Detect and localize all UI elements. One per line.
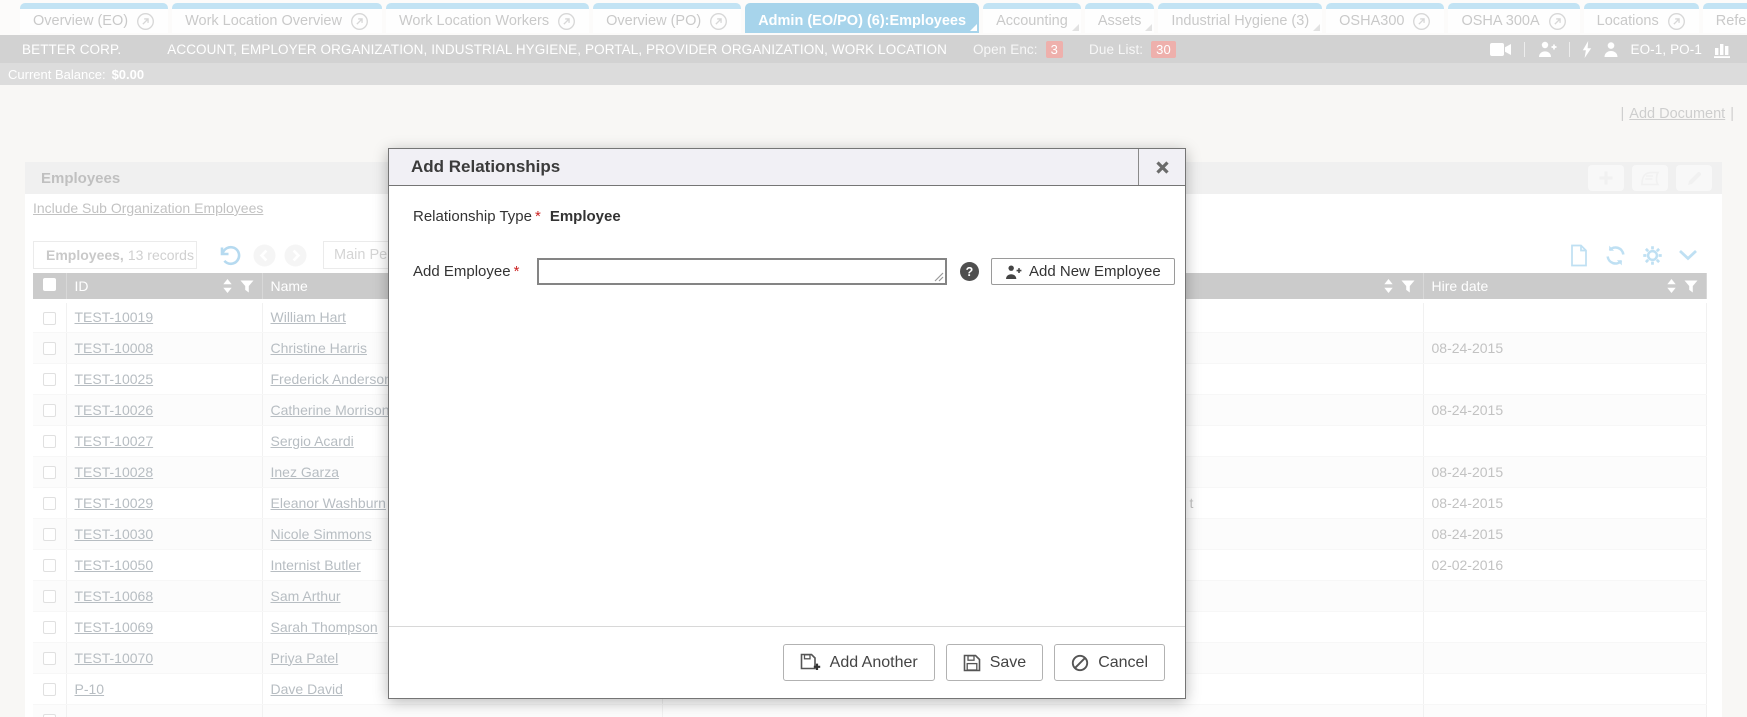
- add-employee-input[interactable]: [537, 258, 947, 285]
- save-floppy-icon: [963, 654, 981, 672]
- cancel-label: Cancel: [1098, 654, 1148, 672]
- modal-header: Add Relationships: [389, 149, 1185, 186]
- add-relationships-modal: Add Relationships Relationship Type* Emp…: [388, 148, 1186, 699]
- required-marker: *: [535, 208, 541, 225]
- question-help-icon[interactable]: ?: [960, 262, 979, 281]
- add-another-button[interactable]: Add Another: [783, 644, 935, 681]
- add-new-employee-label: Add New Employee: [1029, 263, 1161, 280]
- add-employee-label: Add Employee*: [413, 263, 537, 280]
- add-another-label: Add Another: [830, 654, 918, 672]
- cancel-button[interactable]: Cancel: [1054, 644, 1165, 681]
- modal-title: Add Relationships: [389, 149, 1138, 185]
- save-floppy-plus-icon: [800, 653, 821, 672]
- relationship-type-label: Relationship Type*: [413, 208, 541, 225]
- close-button[interactable]: [1138, 149, 1185, 185]
- save-label: Save: [990, 654, 1026, 672]
- modal-footer: Add Another Save Cancel: [389, 626, 1185, 698]
- add-new-employee-button[interactable]: Add New Employee: [991, 258, 1175, 285]
- user-add-icon: [1005, 265, 1022, 279]
- save-button[interactable]: Save: [946, 644, 1043, 681]
- cancel-slash-icon: [1071, 654, 1089, 672]
- add-employee-input-wrap: [537, 258, 947, 285]
- add-employee-row: Add Employee* ? Add New Employee: [413, 258, 1185, 285]
- required-marker: *: [514, 263, 520, 280]
- close-x-icon: [1155, 160, 1170, 175]
- relationship-type-row: Relationship Type* Employee: [413, 208, 1185, 225]
- relationship-type-value: Employee: [550, 208, 621, 225]
- app-screen: Overview (EO)Work Location OverviewWork …: [0, 0, 1747, 717]
